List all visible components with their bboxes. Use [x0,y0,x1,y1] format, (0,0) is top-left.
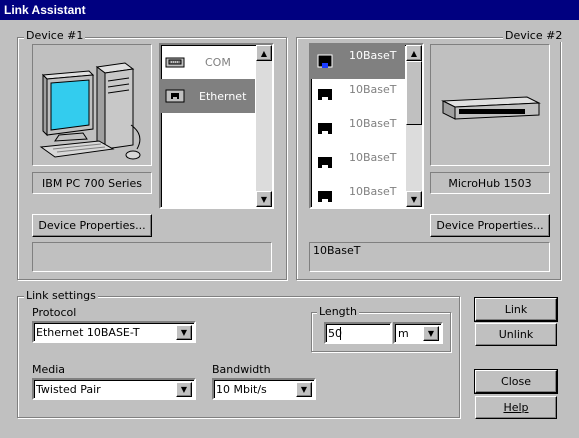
close-button[interactable]: Close [474,369,558,394]
port-label: 10BaseT [349,83,397,96]
rj45-port-icon [317,122,333,138]
device1-status-box [32,242,272,272]
connection-item-ethernet[interactable]: Ethernet [161,79,255,113]
window-title: Link Assistant [4,3,86,17]
connection-label-ethernet: Ethernet [199,89,247,103]
media-label: Media [32,363,66,376]
rj45-port-icon [317,88,333,104]
port-label: 10BaseT [349,151,397,164]
connection-item-com[interactable]: COM [161,45,255,79]
text-cursor [340,327,341,340]
device2-name-box: MicroHub 1503 [430,172,550,194]
port-label: 10BaseT [349,185,397,198]
ethernet-port-icon [165,88,185,104]
scroll-up-arrow-icon[interactable]: ▲ [256,45,272,61]
device2-properties-button[interactable]: Device Properties... [430,214,550,237]
media-select[interactable]: Twisted Pair ▼ [32,378,196,400]
device1-group-label: Device #1 [24,29,86,42]
device2-list-scrollbar[interactable]: ▲ ▼ [406,45,422,207]
rj45-port-icon [317,190,333,206]
protocol-label: Protocol [32,306,77,319]
computer-icon [39,62,141,160]
port-item[interactable]: 10BaseT [311,147,405,181]
device1-image-panel [32,44,152,166]
device2-port-list[interactable]: 10BaseT 10BaseT 10BaseT 10BaseT 10BaseT [309,43,424,209]
dropdown-arrow-icon[interactable]: ▼ [176,325,192,340]
unlink-button[interactable]: Unlink [475,323,557,346]
rj45-port-icon [317,54,333,70]
rj45-port-icon [317,156,333,172]
dropdown-arrow-icon[interactable]: ▼ [176,382,192,397]
protocol-select[interactable]: Ethernet 10BASE-T ▼ [32,321,196,343]
device2-group-label: Device #2 [503,29,565,42]
scroll-down-arrow-icon[interactable]: ▼ [256,191,272,207]
device1-name-box: IBM PC 700 Series [32,172,152,194]
scrollbar-thumb[interactable] [406,61,422,125]
media-value: Twisted Pair [36,383,101,396]
link-button[interactable]: Link [474,297,558,322]
protocol-value: Ethernet 10BASE-T [36,326,140,339]
link-settings-label: Link settings [24,289,98,302]
device2-image-panel [430,44,550,166]
scroll-down-arrow-icon[interactable]: ▼ [406,191,422,207]
bandwidth-select[interactable]: 10 Mbit/s ▼ [212,378,316,400]
title-bar[interactable] [0,0,579,20]
device1-properties-button[interactable]: Device Properties... [32,214,152,237]
device1-list-scrollbar[interactable]: ▲ ▼ [256,45,272,207]
port-item[interactable]: 10BaseT [311,181,405,207]
length-label: Length [317,305,359,318]
device2-status-box: 10BaseT [309,242,550,272]
dropdown-arrow-icon[interactable]: ▼ [296,382,312,397]
device1-name: IBM PC 700 Series [42,176,142,190]
port-item[interactable]: 10BaseT [311,79,405,113]
connection-label-com: COM [205,55,231,69]
length-unit-value: m [398,327,409,340]
port-item[interactable]: 10BaseT [311,113,405,147]
dropdown-arrow-icon[interactable]: ▼ [423,326,439,341]
device1-connection-list[interactable]: COM Ethernet ▲ ▼ [159,43,274,209]
network-hub-icon [441,96,541,120]
length-unit-select[interactable]: m ▼ [393,322,443,344]
port-item[interactable]: 10BaseT [311,45,405,79]
length-input[interactable]: 50 [324,322,392,344]
bandwidth-value: 10 Mbit/s [216,383,267,396]
bandwidth-label: Bandwidth [212,363,271,376]
serial-port-icon [165,55,185,69]
port-label: 10BaseT [349,49,397,62]
port-label: 10BaseT [349,117,397,130]
device2-name: MicroHub 1503 [448,176,532,190]
help-button[interactable]: Help [475,396,557,419]
scroll-up-arrow-icon[interactable]: ▲ [406,45,422,61]
